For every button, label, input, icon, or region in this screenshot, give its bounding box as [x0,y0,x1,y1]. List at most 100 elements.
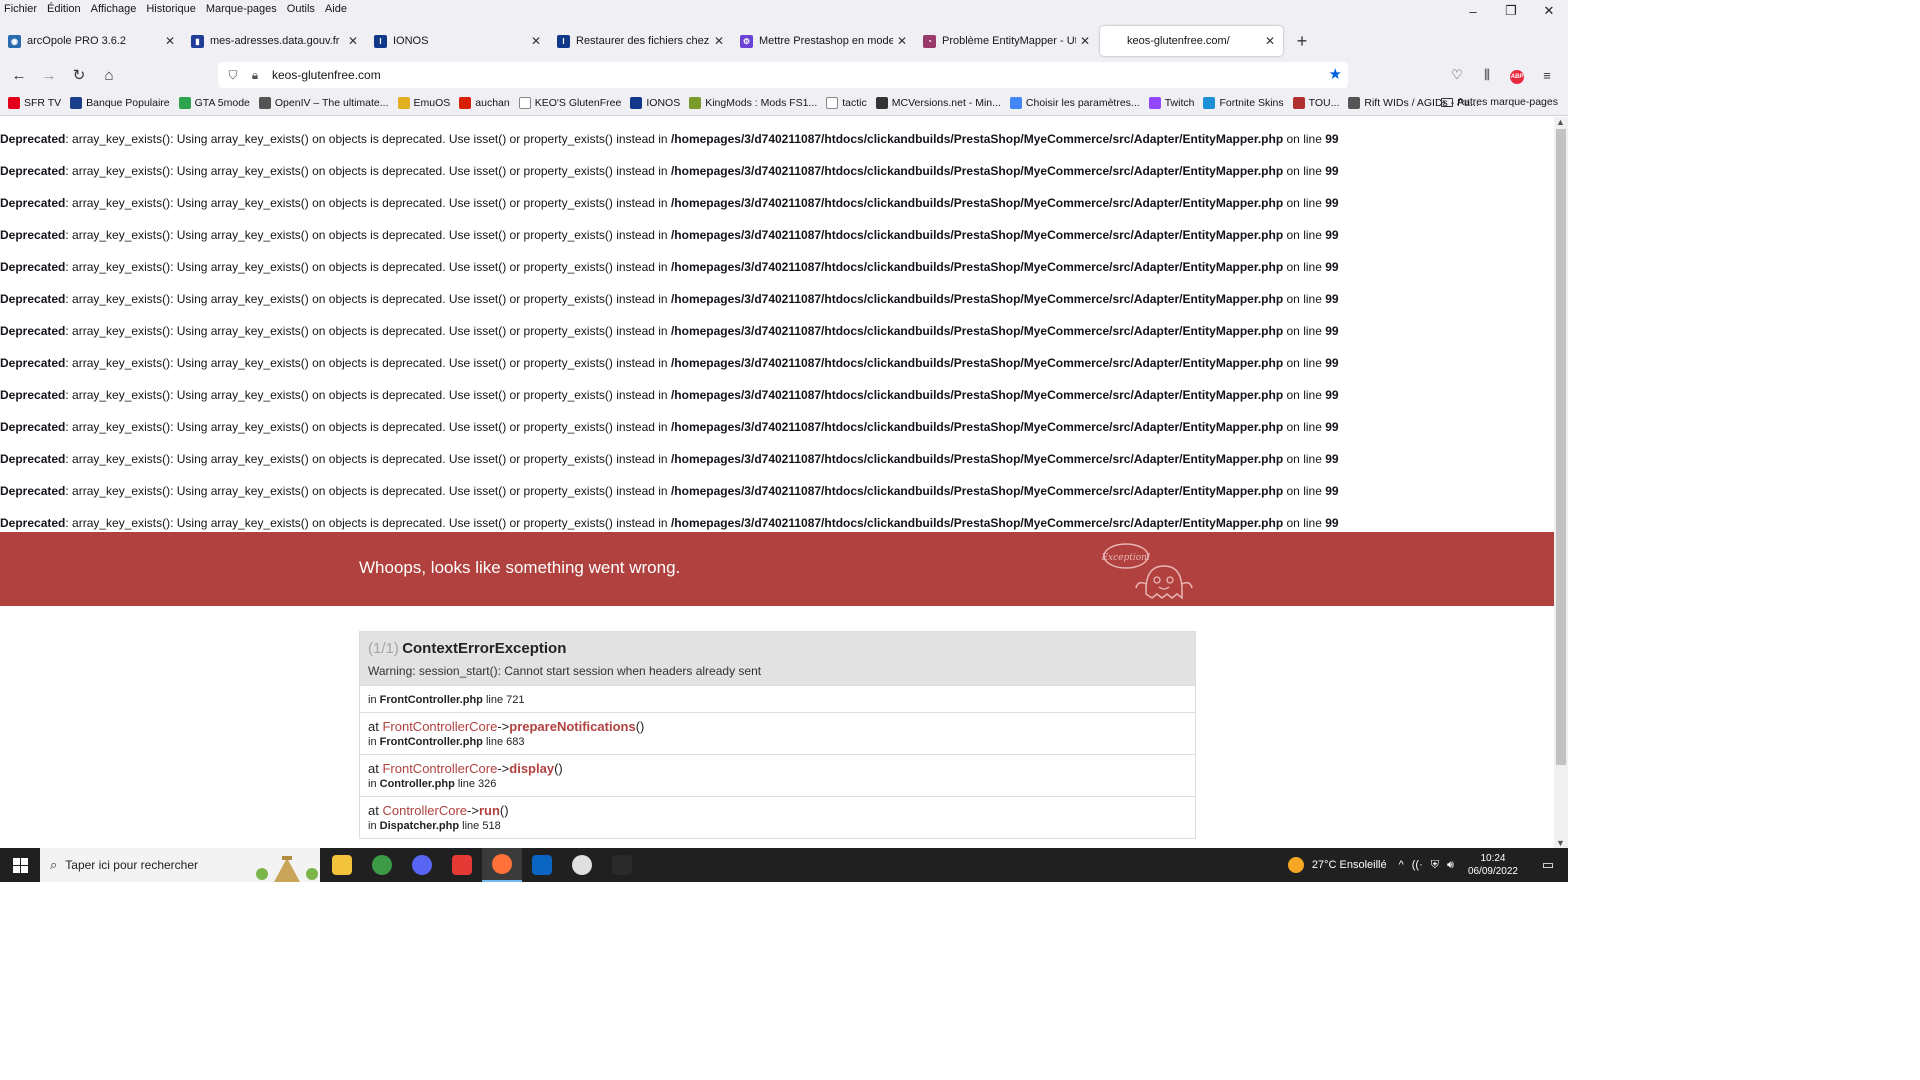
notice-message: : array_key_exists(): Using array_key_ex… [65,516,671,530]
bookmark-favicon-icon [1203,97,1216,109]
error-banner-title: Whoops, looks like something went wrong. [359,558,681,577]
bookmark-item[interactable]: tactic [826,97,867,109]
bookmark-item[interactable]: Twitch [1148,97,1194,109]
taskbar-mail-icon[interactable] [522,848,562,882]
notice-line-number: 99 [1325,196,1339,210]
reload-icon[interactable]: ↻ [64,60,94,90]
frame-method[interactable]: run [479,803,500,818]
deprecation-notice: Deprecated: array_key_exists(): Using ar… [0,228,1339,242]
page-scrollbar[interactable]: ▲ ▼ [1554,117,1568,848]
frame-class[interactable]: FrontControllerCore [382,719,497,734]
tab-0[interactable]: ◉ arcOpole PRO 3.6.2 ✕ [0,26,183,56]
scroll-up-icon[interactable]: ▲ [1556,117,1565,127]
frame-method[interactable]: prepareNotifications [509,719,635,734]
close-window-button[interactable]: ✕ [1530,0,1568,22]
tab-4[interactable]: ⚙ Mettre Prestashop en mode debug ✕ [732,26,915,56]
bookmark-favicon-icon [258,97,271,109]
tab-close-icon[interactable]: ✕ [1265,34,1275,48]
tab-close-icon[interactable]: ✕ [897,34,907,48]
scroll-down-icon[interactable]: ▼ [1556,838,1565,848]
frame-class[interactable]: FrontControllerCore [382,761,497,776]
tray-overflow-icon[interactable]: ^ [1399,859,1404,871]
notice-path: /homepages/3/d740211087/htdocs/clickandb… [670,356,1284,370]
taskbar-file-explorer-icon[interactable] [322,848,362,882]
minimize-button[interactable]: – [1454,0,1492,22]
weather-sun-icon[interactable] [1287,857,1304,873]
bookmark-item[interactable]: IONOS [630,97,680,109]
tab-2[interactable]: I IONOS ✕ [366,26,549,56]
taskbar-app-7-icon[interactable] [562,848,602,882]
menu-marque-pages[interactable]: Marque-pages [206,3,277,15]
bookmark-item[interactable]: TOU... [1292,97,1339,109]
scrollbar-thumb[interactable] [1556,129,1566,765]
tab-favicon-icon: I [374,34,387,48]
volume-icon[interactable]: 🔊︎ [1447,859,1454,872]
taskbar-firefox-icon[interactable] [482,848,522,882]
forward-icon[interactable]: → [34,60,64,90]
menu-outils[interactable]: Outils [287,3,315,15]
library-icon[interactable]: ⫼ [1472,67,1502,83]
tab-close-icon[interactable]: ✕ [714,34,724,48]
bookmark-item[interactable]: MCVersions.net - Min... [875,97,1001,109]
tab-label: Mettre Prestashop en mode debug [759,35,893,47]
bookmark-item[interactable]: KingMods : Mods FS1... [689,97,817,109]
tab-close-icon[interactable]: ✕ [348,34,358,48]
frame-class[interactable]: ControllerCore [382,803,467,818]
taskbar-chrome-icon[interactable] [362,848,402,882]
tab-1[interactable]: ▮ mes-adresses.data.gouv.fr ✕ [183,26,366,56]
tab-5[interactable]: ◔ Problème EntityMapper - Utilisat ✕ [915,26,1098,56]
bookmark-star-icon[interactable]: ★ [1329,65,1342,83]
bookmark-item[interactable]: KEO'S GlutenFree [518,97,621,109]
bookmark-item[interactable]: GTA 5mode [178,97,250,109]
back-icon[interactable]: ← [4,60,34,90]
notification-icon[interactable]: ▭ [1528,857,1568,873]
tab-close-icon[interactable]: ✕ [165,34,175,48]
lock-icon[interactable]: 🔒︎ [246,68,264,83]
bookmark-item[interactable]: Choisir les paramètres... [1009,97,1140,109]
tab-close-icon[interactable]: ✕ [1080,34,1090,48]
adblock-icon[interactable]: ABP [1502,66,1532,84]
taskbar-search[interactable]: ⌕ Taper ici pour rechercher [40,848,320,882]
bookmark-favicon-icon [8,97,20,109]
hamburger-menu-icon[interactable]: ≡ [1532,68,1562,83]
bookmark-item[interactable]: auchan [459,97,510,109]
weather-text[interactable]: 27°C Ensoleillé [1312,859,1387,871]
bookmark-item[interactable]: SFR TV [8,97,61,109]
new-tab-button[interactable]: + [1289,28,1315,54]
bookmark-item[interactable]: OpenIV – The ultimate... [258,97,389,109]
restore-button[interactable]: ❐ [1492,0,1530,22]
tab-label: keos-glutenfree.com/ [1127,35,1230,47]
security-icon[interactable]: ⛨ [1431,859,1439,872]
url-text[interactable]: keos-glutenfree.com [272,68,381,82]
tab-close-icon[interactable]: ✕ [531,34,541,48]
taskbar-discord-icon[interactable] [402,848,442,882]
shield-icon[interactable]: ⛉ [224,68,242,83]
url-bar[interactable]: ⛉ 🔒︎ keos-glutenfree.com ★ [218,62,1348,88]
bookmark-item[interactable]: Fortnite Skins [1203,97,1284,109]
menu-affichage[interactable]: Affichage [91,3,137,15]
taskbar-anydesk-icon[interactable] [442,848,482,882]
tab-3[interactable]: I Restaurer des fichiers chez IONOS ✕ [549,26,732,56]
clock[interactable]: 10:24 06/09/2022 [1468,852,1518,878]
menu-fichier[interactable]: Fichier [4,3,37,15]
network-icon[interactable]: ((· [1412,859,1423,871]
menu-historique[interactable]: Historique [146,3,196,15]
notice-path: /homepages/3/d740211087/htdocs/clickandb… [670,420,1284,434]
exception-header: (1/1) ContextErrorException Warning: ses… [360,632,1195,685]
notice-online: on line [1283,356,1326,370]
tab-6[interactable]: keos-glutenfree.com/ ✕ [1100,26,1283,56]
other-bookmarks[interactable]: Autres marque-pages [1441,96,1558,108]
menu-aide[interactable]: Aide [325,3,347,15]
bookmark-item[interactable]: Banque Populaire [70,97,170,109]
frame-method[interactable]: display [509,761,554,776]
home-icon[interactable]: ⌂ [94,60,124,90]
notice-online: on line [1283,260,1326,274]
taskbar-epic-games-icon[interactable] [602,848,642,882]
pocket-icon[interactable]: ♡ [1442,67,1472,83]
bookmark-item[interactable]: EmuOS [397,97,450,109]
menu-edition[interactable]: Édition [47,3,81,15]
search-icon: ⌕ [50,857,58,872]
start-button[interactable] [0,848,40,882]
bookmark-favicon-icon [826,97,839,109]
deprecation-notice: Deprecated: array_key_exists(): Using ar… [0,516,1339,530]
